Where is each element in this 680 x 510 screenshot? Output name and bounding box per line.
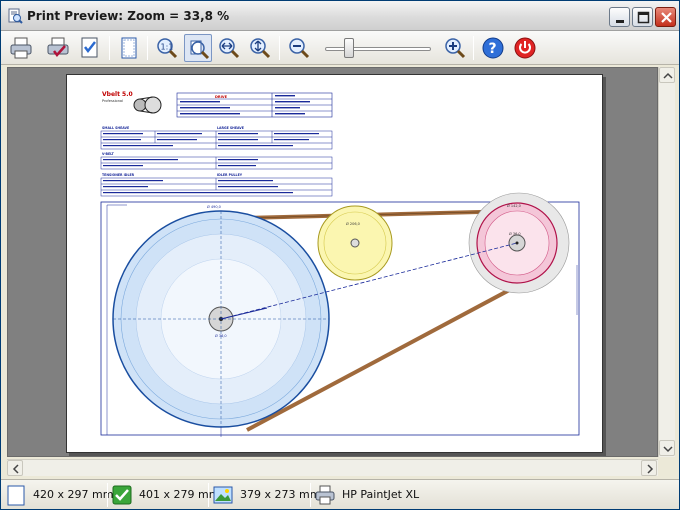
v-belt-label: V-BELT [102,152,115,156]
zoom-fit-width-icon [219,38,240,59]
scroll-down-button[interactable] [659,440,675,456]
print-preview-app-icon [8,8,23,24]
vbelt-logo [133,96,162,114]
image-size-text: 379 x 273 mm [240,488,321,501]
maximize-icon [637,11,650,24]
help-button[interactable]: ? [479,34,507,62]
vertical-scrollbar[interactable] [658,67,675,457]
preview-area[interactable]: Vbelt 5.0 Professional DRIVE SMALL SHEAV… [7,67,658,457]
page-setup-button[interactable] [115,34,143,62]
image-icon [213,486,233,504]
printer-name-text: HP PaintJet XL [342,488,420,501]
zoom-fit-height-icon [250,38,271,59]
zoom-in-icon [445,38,466,59]
zoom-fit-page-icon [190,40,210,60]
close-icon [661,12,672,23]
idler-table-text [103,180,293,194]
v-belt-table-text [103,159,258,167]
zoom-slider-track[interactable] [325,47,431,51]
zoom-out-icon [289,38,310,59]
chevron-up-icon [663,72,673,79]
scroll-up-button[interactable] [659,67,675,83]
idler-pulley-label: IDLER PULLEY [217,173,243,177]
close-preview-icon [514,37,536,59]
status-bar: 420 x 297 mm 401 x 279 mm 379 x 273 mm H… [1,479,679,509]
page-setup-icon [121,37,137,59]
small-sheave-label: SMALL SHEAVE [102,126,129,130]
print-icon [10,37,32,59]
scroll-left-button[interactable] [7,460,23,476]
printer-item: HP PaintJet XL [314,484,434,506]
paper-size-item: 420 x 297 mm [5,484,113,506]
print-area-check-icon [112,485,132,505]
small-pulley-diameter-label: Ø 142,0 [507,203,521,208]
title-bar[interactable]: Print Preview: Zoom = 33,8 % [1,1,679,31]
header-table-text [180,95,310,115]
chevron-left-icon [12,464,19,474]
printer-icon [315,485,335,505]
window-title: Print Preview: Zoom = 33,8 % [27,9,230,23]
header-title: Vbelt 5.0 [102,91,133,98]
help-icon: ? [482,37,504,59]
scroll-right-button[interactable] [641,460,657,476]
tensioner-label: TENSIONER IDLER [102,173,135,177]
idler-pulley [317,205,393,281]
zoom-actual-size-icon: 1:1 [157,38,178,59]
paper-size-icon [7,485,25,506]
paper-size-text: 420 x 297 mm [33,488,114,501]
large-pulley-hub-label: Ø 36,0 [215,333,227,338]
print-button[interactable] [7,34,35,62]
zoom-actual-size-button[interactable]: 1:1 [153,34,181,62]
idler-pulley-diameter-label: Ø 206,0 [346,221,360,226]
svg-text:1:1: 1:1 [161,43,174,52]
zoom-out-button[interactable] [285,34,313,62]
horizontal-scrollbar[interactable] [7,459,658,476]
zoom-fit-page-button[interactable] [184,34,212,62]
large-sheave-label: LARGE SHEAVE [217,126,244,130]
print-preview-window: Print Preview: Zoom = 33,8 % 1:1 ? Vbelt… [0,0,680,510]
svg-text:?: ? [489,41,497,57]
close-button[interactable] [655,7,676,27]
header-subtitle: Professional [102,99,123,103]
print-area-item: 401 x 279 mm [111,484,219,506]
drive-label: DRIVE [215,95,228,99]
small-pulley [468,192,570,294]
zoom-slider-thumb[interactable] [344,38,354,58]
maximize-button[interactable] [632,7,653,27]
zoom-fit-width-button[interactable] [215,34,243,62]
image-size-item: 379 x 273 mm [212,484,320,506]
chevron-right-icon [647,464,654,474]
minimize-button[interactable] [609,7,630,27]
sheave-table-text [103,133,319,147]
zoom-in-button[interactable] [441,34,469,62]
print-setup-icon [47,37,69,57]
v-belt-table [100,156,333,170]
print-setup-button[interactable] [44,34,72,62]
print-options-icon [81,37,98,58]
page-drawing: Vbelt 5.0 Professional DRIVE SMALL SHEAV… [100,91,580,437]
large-pulley-diameter-label: Ø 490,0 [207,204,221,209]
scrollbar-corner [658,459,675,476]
close-preview-button[interactable] [511,34,539,62]
minimize-icon [616,20,624,23]
small-pulley-hub-label: Ø 36,0 [509,231,521,236]
preview-page: Vbelt 5.0 Professional DRIVE SMALL SHEAV… [66,74,603,453]
zoom-fit-height-button[interactable] [246,34,274,62]
print-options-button[interactable] [76,34,104,62]
chevron-down-icon [663,446,673,453]
